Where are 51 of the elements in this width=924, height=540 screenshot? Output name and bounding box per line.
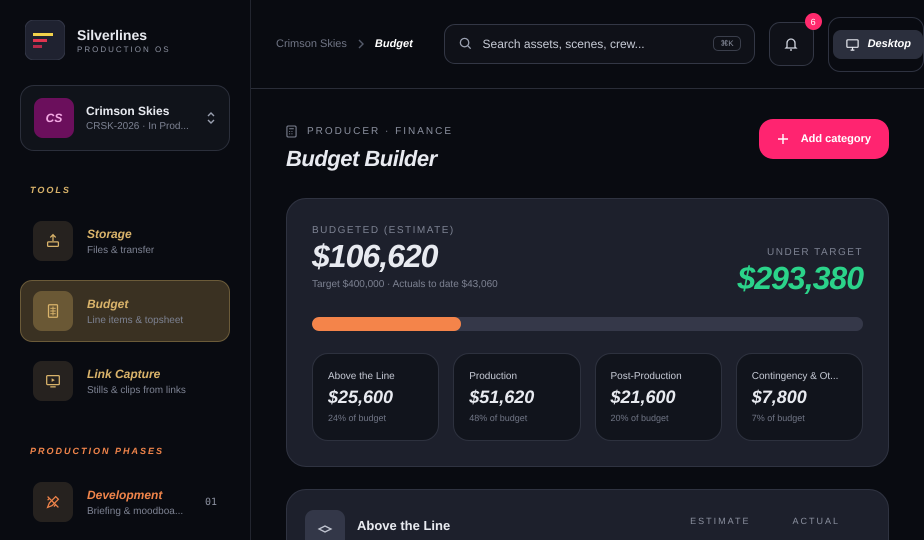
category-share: 7% of budget: [752, 413, 806, 423]
variance-label: UNDER TARGET: [766, 247, 863, 258]
category-share: 24% of budget: [328, 413, 388, 423]
page-title: Budget Builder: [286, 146, 440, 172]
chevron-right-icon: [356, 39, 365, 49]
pencil-ruler-icon: [44, 493, 62, 511]
section-heading: TOOLS: [30, 185, 71, 195]
section-heading: PRODUCTION PHASES: [30, 446, 164, 456]
search-icon: [458, 36, 473, 51]
category-share: 20% of budget: [610, 413, 670, 423]
breadcrumb-current: Budget: [374, 38, 413, 50]
category-amount: $25,600: [328, 387, 394, 408]
project-meta: CRSK-2026 · In Prod...: [86, 121, 190, 132]
video-screen-icon: [44, 372, 62, 390]
budget-total: $106,620: [312, 238, 439, 275]
column-header: ACTUAL: [792, 516, 840, 526]
category-name: Post-Production: [610, 371, 683, 382]
variance-amount: $293,380: [738, 260, 863, 297]
category-amount: $7,800: [752, 387, 808, 408]
view-toggle-button[interactable]: Desktop: [832, 30, 923, 58]
summary-note: Target $400,000 · Actuals to date $43,060: [312, 279, 498, 290]
category-amount: $51,620: [469, 387, 536, 408]
section-title: Above the Line: [357, 518, 452, 533]
nav-item[interactable]: Storage Files & transfer: [20, 210, 230, 272]
summary-label: BUDGETED (ESTIMATE): [312, 225, 456, 236]
project-switcher[interactable]: CS Crimson Skies CRSK-2026 · In Prod...: [20, 85, 230, 151]
breadcrumb-link[interactable]: Crimson Skies: [276, 38, 347, 50]
notification-badge: 6: [804, 13, 822, 30]
column-header: ESTIMATE: [690, 516, 750, 526]
logo-icon: [25, 20, 65, 60]
category-name: Contingency & Ot...: [752, 371, 840, 382]
monitor-icon: [844, 36, 860, 52]
plus-icon: [776, 133, 789, 145]
nav-item[interactable]: Budget Line items & topsheet: [20, 280, 230, 342]
category-name: Above the Line: [328, 371, 396, 382]
add-category-button[interactable]: Add category: [758, 119, 889, 159]
bell-icon: [783, 36, 800, 52]
page-eyebrow: PRODUCER · FINANCE: [307, 126, 454, 137]
chevron-updown-icon: [206, 111, 216, 125]
upload-icon: [44, 232, 62, 250]
brand-tagline: PRODUCTION OS: [77, 44, 171, 54]
nav-item[interactable]: Development Briefing & moodboa... 01: [20, 471, 230, 533]
category-name: Production: [469, 371, 518, 382]
brand-name: Silverlines: [77, 26, 148, 42]
nav-item[interactable]: Link Capture Stills & clips from links: [20, 350, 230, 412]
project-name: Crimson Skies: [86, 104, 170, 118]
project-avatar: CS: [34, 98, 74, 138]
calculator-icon: [286, 125, 297, 138]
shortcut-hint: ⌘K: [713, 36, 741, 51]
category-share: 48% of budget: [469, 413, 528, 423]
category-amount: $21,600: [610, 387, 677, 408]
